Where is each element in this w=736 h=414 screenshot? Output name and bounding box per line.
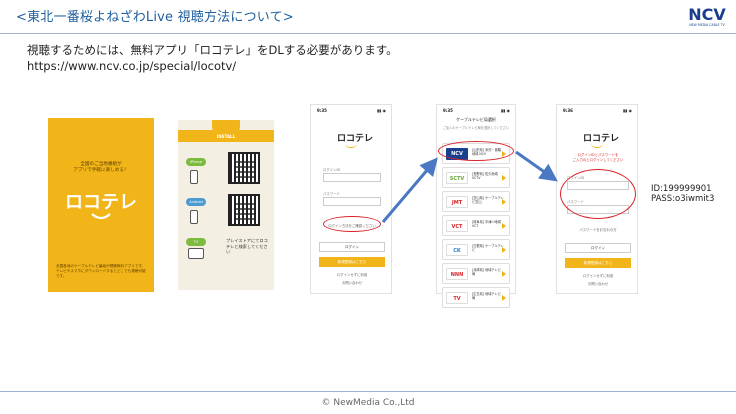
phone-icon <box>190 210 198 224</box>
station-name: [兵庫県] 地域テレビ局 <box>472 268 501 277</box>
instruction-text: 視聴するためには、無料アプリ「ロコテレ」をDLする必要があります。 <box>27 43 398 57</box>
install-label: INSTALL <box>216 134 236 139</box>
station-row[interactable]: NNN [兵庫県] 地域テレビ局 <box>442 263 510 284</box>
copyright-footer: © NewMedia Co.,Ltd <box>321 398 415 408</box>
chevron-right-icon <box>502 295 506 301</box>
station-logo: CK <box>446 244 468 256</box>
flyer-tagline: 全国のご当地番組が アプリで手軽に楽しめる！ <box>48 162 154 174</box>
android-pill: Android <box>186 198 206 206</box>
highlight-ellipse <box>560 169 636 219</box>
station-list-subheader: ご加入のケーブルテレビ局を選択してください <box>442 126 510 130</box>
contact-link[interactable]: お問い合わせ <box>319 280 385 285</box>
station-logo: JMT <box>446 196 468 208</box>
status-time: 9:36 <box>563 108 573 113</box>
qr-code-android[interactable] <box>228 194 260 226</box>
header-divider <box>0 33 736 34</box>
login-id-label: ログインID <box>323 168 341 172</box>
flyer-description: 全国各地のケーブルテレビ番組が視聴無料アプリです。テレビやスマホにダウンロードす… <box>56 264 146 278</box>
status-time: 9:35 <box>317 108 327 113</box>
app-logo-smile <box>591 143 603 148</box>
station-name: [富山県] ケーブルテレビ富山 <box>472 196 504 205</box>
password-label: パスワード <box>323 192 340 196</box>
chevron-right-icon <box>502 223 506 229</box>
install-flyer: INSTALL iPhone Android TV プレイストアにてロコテレと検… <box>178 120 274 290</box>
station-name: [長野県] 佐久地域 SCTV <box>472 172 498 181</box>
phone-screen-station-list: 9:35 ▮▮ ◉ ケーブルテレビ局選択 ご加入のケーブルテレビ局を選択してくだ… <box>436 104 516 308</box>
iphone-pill: iPhone <box>186 158 206 166</box>
login-button[interactable]: ログイン <box>319 242 385 252</box>
ncv-logo: NCV NEW MEDIA CABLE TV <box>688 4 726 28</box>
arrow-list-to-credentials <box>515 150 558 182</box>
credential-pass: PASS:o3iwmit3 <box>651 194 715 204</box>
login-id-field[interactable] <box>323 173 381 182</box>
credentials-box: ID:199999901 PASS:o3iwmit3 <box>651 184 714 204</box>
footer-divider <box>0 391 736 392</box>
station-logo: SCTV <box>446 172 468 184</box>
contact-link[interactable]: お問い合わせ <box>565 281 631 286</box>
station-row[interactable]: CK [島根県] ケーブルテレビ <box>442 239 510 260</box>
slide-title: <東北一番桜よねざわLive 視聴方法について> <box>16 10 294 25</box>
login-button[interactable]: ログイン <box>565 243 631 253</box>
station-name: [島根県] ケーブルテレビ <box>472 244 504 253</box>
status-signal: ▮▮ ◉ <box>622 108 632 113</box>
highlight-ellipse <box>438 141 514 161</box>
station-name: [広島県] 地域テレビ局 <box>472 292 501 301</box>
password-field[interactable] <box>323 197 381 206</box>
status-signal: ▮▮ ◉ <box>376 108 386 113</box>
guest-link[interactable]: ログインせずに利用 <box>565 273 631 278</box>
station-list-header: ケーブルテレビ局選択 <box>456 117 496 122</box>
ncv-logo-text: NCV <box>688 5 726 24</box>
guest-link[interactable]: ログインせずに利用 <box>319 272 385 277</box>
login-notice: ログインIDとパスワードを ご入力の上ログインしてください <box>563 153 633 162</box>
highlight-ellipse <box>323 216 381 232</box>
station-logo: VCT <box>446 220 468 232</box>
chevron-right-icon <box>502 199 506 205</box>
station-logo: TV <box>446 292 468 304</box>
svg-text:ロコテレ: ロコテレ <box>65 192 137 213</box>
register-button[interactable]: 新規登録はこちら <box>565 258 631 268</box>
register-button[interactable]: 新規登録はこちら <box>319 257 385 267</box>
chevron-right-icon <box>502 247 506 253</box>
ncv-logo-subtext: NEW MEDIA CABLE TV <box>689 23 725 27</box>
chevron-right-icon <box>502 175 506 181</box>
chevron-right-icon <box>502 271 506 277</box>
station-name: [岐阜県] 中津川地域 VCT <box>472 220 501 229</box>
station-row[interactable]: VCT [岐阜県] 中津川地域 VCT <box>442 215 510 236</box>
install-instruction: プレイストアにてロコテレと検索してください <box>226 238 268 254</box>
forgot-password-link[interactable]: パスワードをお忘れの方 <box>565 227 631 232</box>
login-notice-line2: ご入力の上ログインしてください <box>572 157 624 162</box>
station-row[interactable]: SCTV [長野県] 佐久地域 SCTV <box>442 167 510 188</box>
status-signal: ▮▮ ◉ <box>500 108 510 113</box>
credential-id: ID:199999901 <box>651 184 712 194</box>
station-row[interactable]: TV [広島県] 地域テレビ局 <box>442 287 510 308</box>
phone-screen-credentials: 9:36 ▮▮ ◉ ロコテレ ログインIDとパスワードを ご入力の上ログインして… <box>556 104 638 294</box>
app-flyer: 全国のご当地番組が アプリで手軽に楽しめる！ ロコテレ 全国各地のケーブルテレビ… <box>48 118 154 292</box>
locotele-logo: ロコテレ <box>65 192 137 220</box>
download-url[interactable]: https://www.ncv.co.jp/special/locotv/ <box>27 59 236 73</box>
flyer-tagline-line2: アプリで手軽に楽しめる！ <box>73 168 129 173</box>
station-logo: NNN <box>446 268 468 280</box>
tv-icon <box>188 248 204 259</box>
status-time: 9:35 <box>443 108 453 113</box>
qr-code-iphone[interactable] <box>228 152 260 184</box>
station-row[interactable]: JMT [富山県] ケーブルテレビ富山 <box>442 191 510 212</box>
tv-pill: TV <box>186 238 206 246</box>
phone-icon <box>190 170 198 184</box>
app-logo-smile <box>345 143 357 148</box>
phone-screen-login: 9:35 ▮▮ ◉ ロコテレ ログインID パスワード ログイン方法をご確認くだ… <box>310 104 392 294</box>
